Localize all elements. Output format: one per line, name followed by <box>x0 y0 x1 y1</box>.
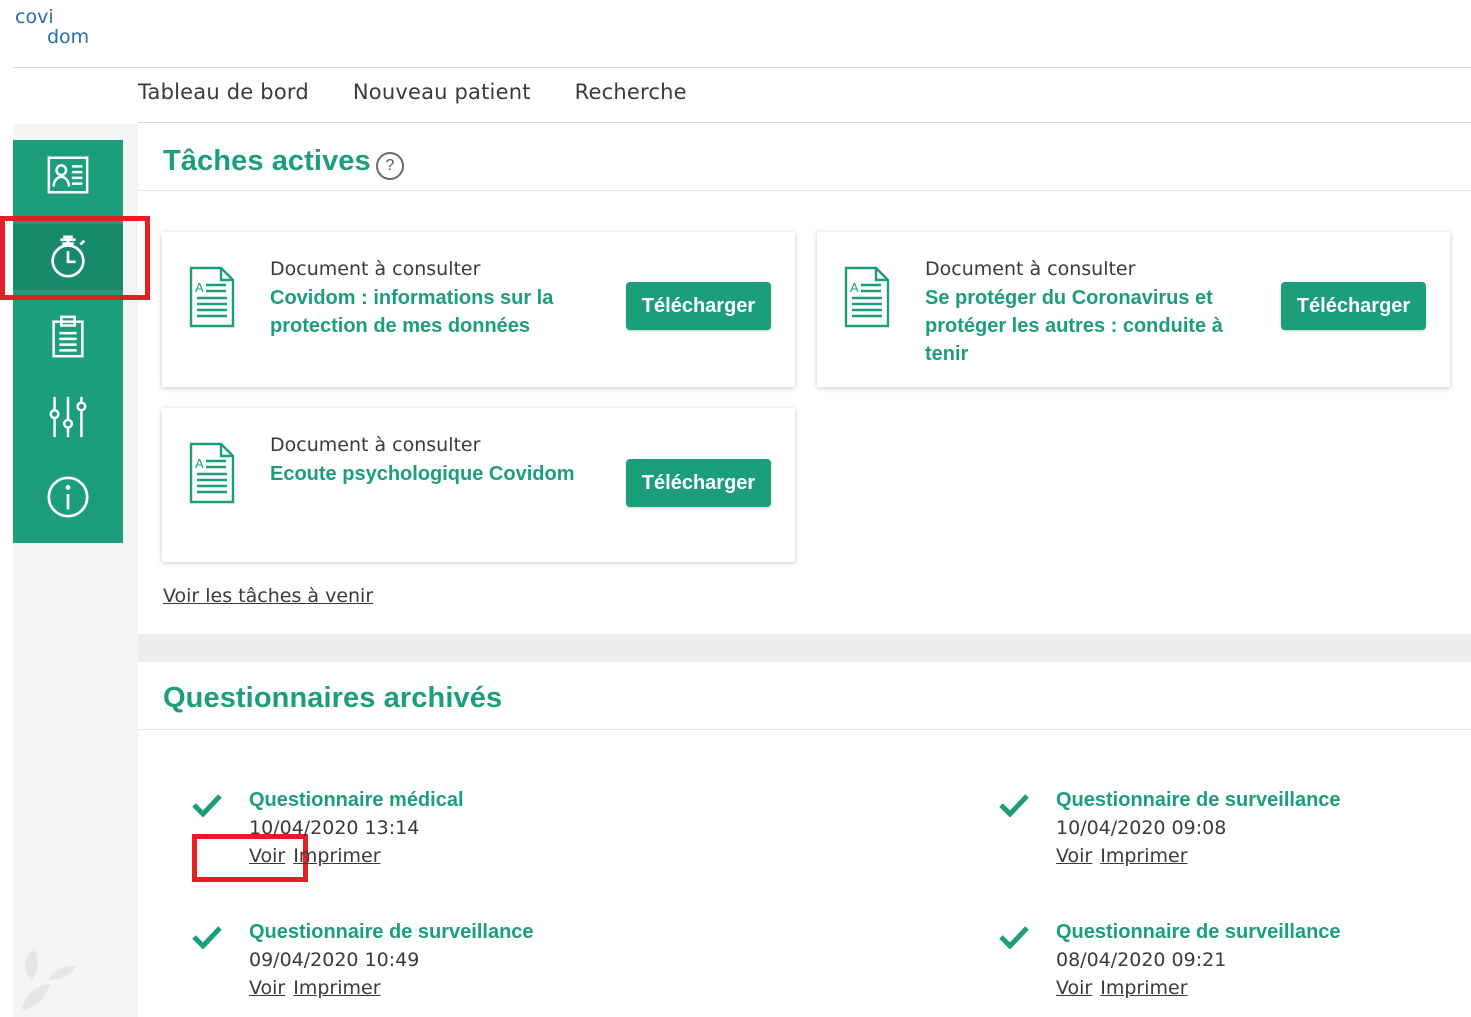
task-document-title[interactable]: Se protéger du Coronavirus et protéger l… <box>925 284 1235 368</box>
questionnaire-date: 10/04/2020 09:08 <box>1056 817 1227 839</box>
document-icon: A <box>189 266 235 328</box>
questionnaire-actions: Voir Imprimer <box>1056 845 1196 867</box>
logo-line-1: covi <box>15 6 54 28</box>
questionnaire-date: 08/04/2020 09:21 <box>1056 949 1227 971</box>
check-icon <box>999 794 1029 817</box>
archived-divider <box>138 729 1471 730</box>
download-button[interactable]: Télécharger <box>1281 282 1426 330</box>
svg-text:A: A <box>850 280 859 295</box>
svg-text:A: A <box>195 280 204 295</box>
sidebar <box>13 140 123 543</box>
logo-line-2: dom <box>47 26 90 48</box>
tasks-divider <box>138 190 1471 191</box>
nav-new-patient[interactable]: Nouveau patient <box>353 80 531 110</box>
view-link[interactable]: Voir <box>1056 845 1092 867</box>
sidebar-item-tasks[interactable] <box>13 224 123 290</box>
document-icon: A <box>189 442 235 504</box>
upcoming-tasks-link[interactable]: Voir les tâches à venir <box>163 585 373 607</box>
task-document-title[interactable]: Covidom : informations sur la protection… <box>270 284 580 340</box>
archived-questionnaires-title: Questionnaires archivés <box>163 682 503 714</box>
questionnaire-date: 09/04/2020 10:49 <box>249 949 420 971</box>
stopwatch-icon <box>51 235 86 278</box>
task-card: A Document à consulter Se protéger du Co… <box>817 232 1450 387</box>
archived-questionnaire-item: Questionnaire médical 10/04/2020 13:14 V… <box>192 789 612 885</box>
task-card: A Document à consulter Ecoute psychologi… <box>162 408 795 562</box>
download-button[interactable]: Télécharger <box>626 282 771 330</box>
archived-questionnaire-item: Questionnaire de surveillance 10/04/2020… <box>999 789 1419 885</box>
questionnaire-name[interactable]: Questionnaire de surveillance <box>1056 789 1341 812</box>
print-link[interactable]: Imprimer <box>293 977 380 999</box>
view-link[interactable]: Voir <box>249 845 285 867</box>
questionnaire-date: 10/04/2020 13:14 <box>249 817 420 839</box>
nav-search[interactable]: Recherche <box>575 80 687 110</box>
sidebar-item-patient-file[interactable] <box>13 142 123 208</box>
svg-text:A: A <box>195 456 204 471</box>
nav-divider <box>138 122 1471 123</box>
patient-card-icon <box>47 156 89 194</box>
archived-questionnaire-item: Questionnaire de surveillance 08/04/2020… <box>999 921 1419 1017</box>
sliders-icon <box>49 396 87 438</box>
task-kind: Document à consulter <box>925 258 1136 280</box>
task-kind: Document à consulter <box>270 258 481 280</box>
task-kind: Document à consulter <box>270 434 481 456</box>
task-card: A Document à consulter Covidom : informa… <box>162 232 795 387</box>
document-icon: A <box>844 266 890 328</box>
help-icon[interactable]: ? <box>376 152 404 180</box>
print-link[interactable]: Imprimer <box>1100 977 1187 999</box>
task-document-title[interactable]: Ecoute psychologique Covidom <box>270 460 580 488</box>
leaf-watermark-icon <box>22 948 76 1010</box>
view-link[interactable]: Voir <box>249 977 285 999</box>
archived-questionnaire-item: Questionnaire de surveillance 09/04/2020… <box>192 921 612 1017</box>
print-link[interactable]: Imprimer <box>293 845 380 867</box>
clipboard-icon <box>52 315 84 358</box>
sidebar-item-info[interactable] <box>13 464 123 530</box>
sidebar-item-settings[interactable] <box>13 384 123 450</box>
covidom-logo[interactable]: covi dom <box>15 8 105 52</box>
header-divider <box>13 67 1471 68</box>
questionnaire-actions: Voir Imprimer <box>1056 977 1196 999</box>
questionnaire-actions: Voir Imprimer <box>249 977 389 999</box>
info-icon <box>47 476 89 518</box>
questionnaire-name[interactable]: Questionnaire médical <box>249 789 464 812</box>
sidebar-item-questionnaires[interactable] <box>13 304 123 370</box>
questionnaire-actions: Voir Imprimer <box>249 845 389 867</box>
top-navigation: Tableau de bord Nouveau patient Recherch… <box>138 80 687 110</box>
check-icon <box>999 926 1029 949</box>
download-button[interactable]: Télécharger <box>626 459 771 507</box>
print-link[interactable]: Imprimer <box>1100 845 1187 867</box>
questionnaire-name[interactable]: Questionnaire de surveillance <box>1056 921 1341 944</box>
active-tasks-title: Tâches actives <box>163 145 371 177</box>
nav-dashboard[interactable]: Tableau de bord <box>138 80 309 110</box>
check-icon <box>192 926 222 949</box>
section-separator <box>138 634 1471 662</box>
questionnaire-name[interactable]: Questionnaire de surveillance <box>249 921 534 944</box>
check-icon <box>192 794 222 817</box>
view-link[interactable]: Voir <box>1056 977 1092 999</box>
